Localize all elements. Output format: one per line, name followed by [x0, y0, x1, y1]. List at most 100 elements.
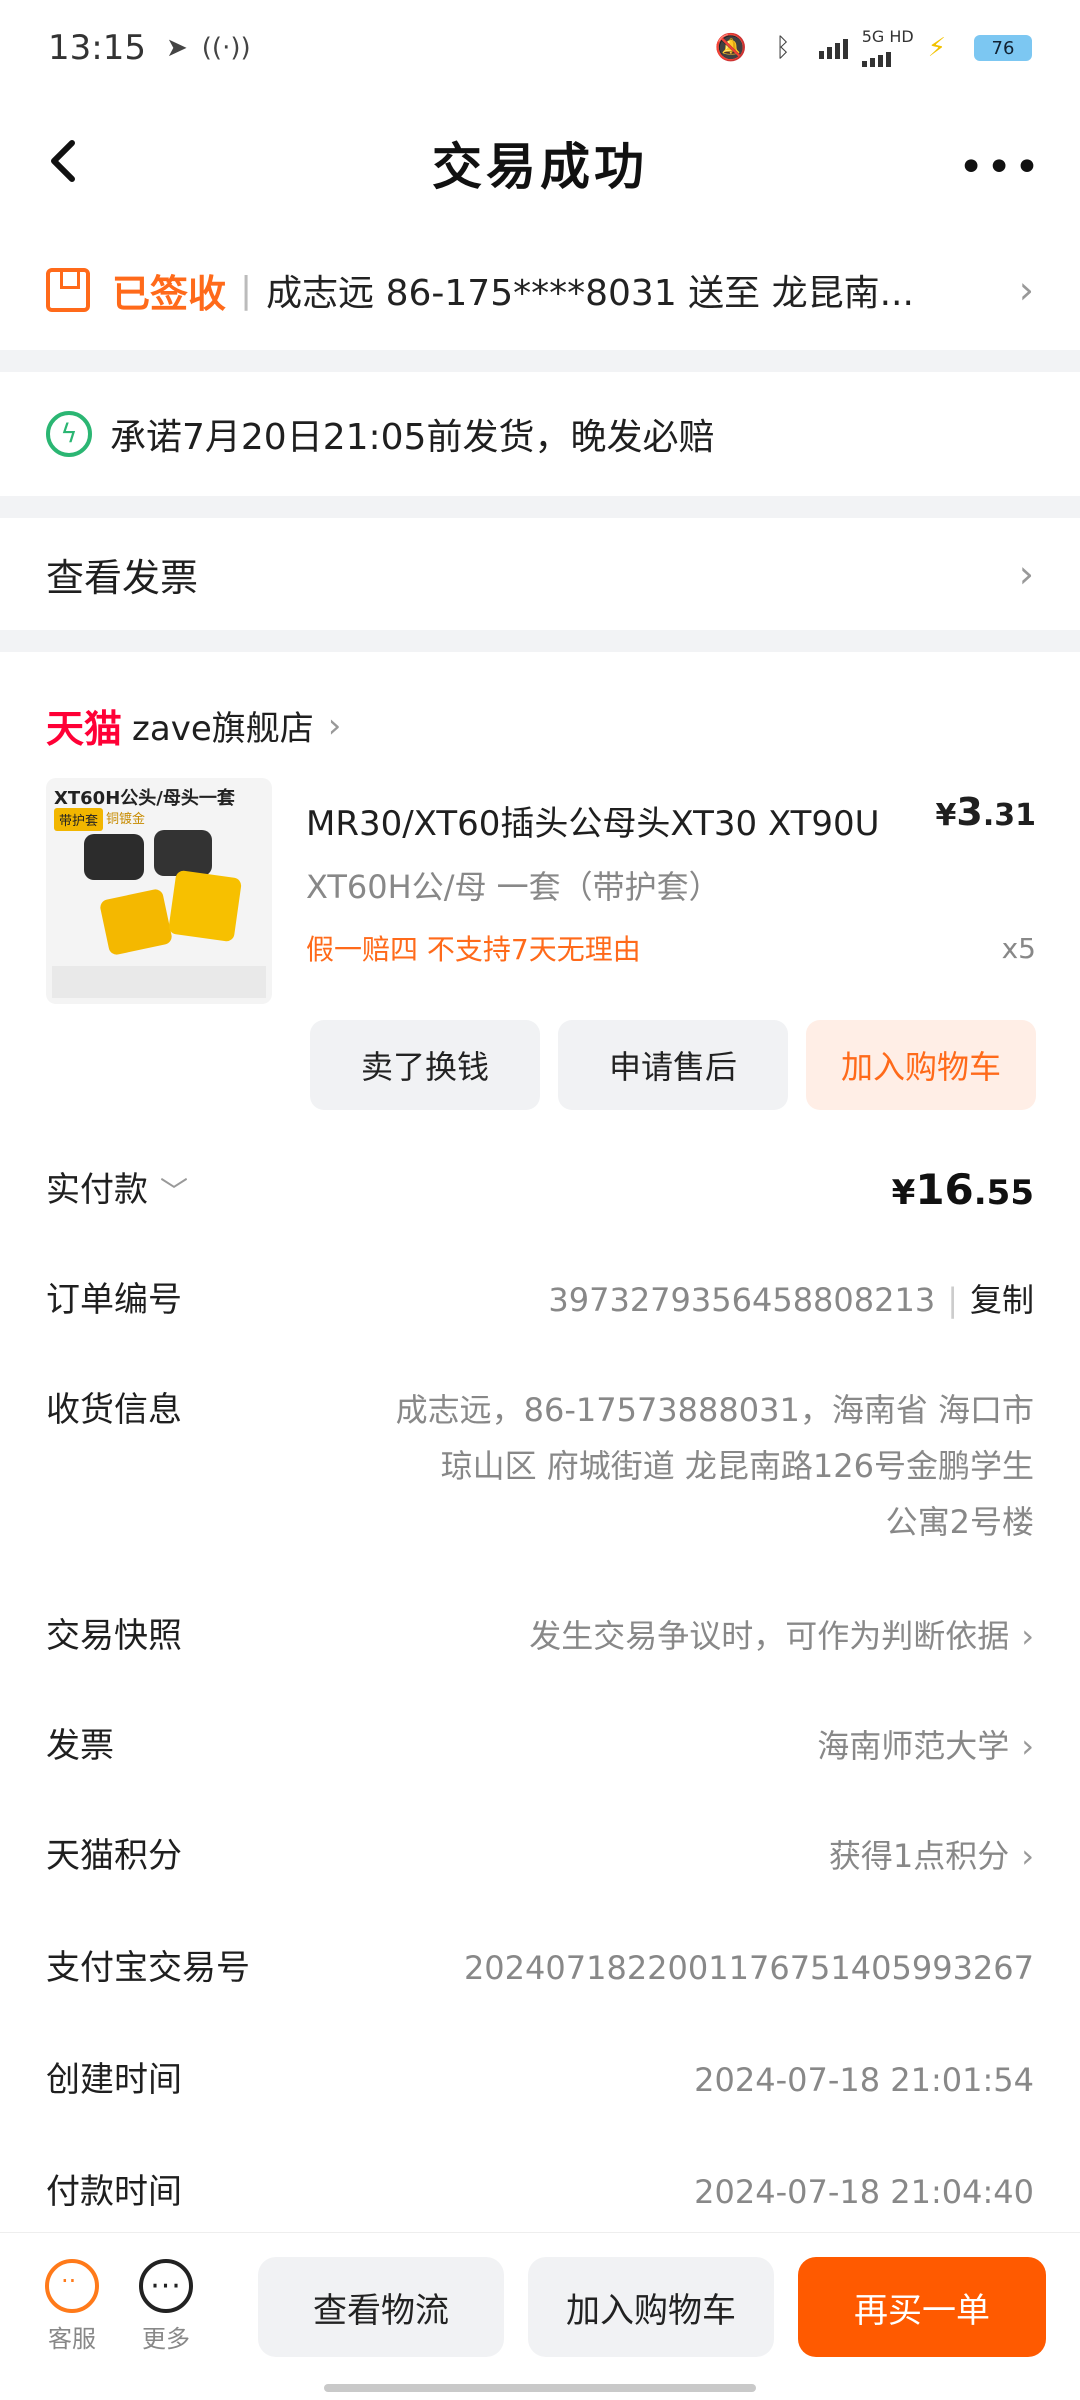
- chevron-right-icon: ›: [327, 705, 342, 746]
- chevron-right-icon: ›: [1018, 552, 1034, 596]
- shop-link[interactable]: 天猫 zave旗舰店 ›: [46, 698, 341, 753]
- signal-icon-2: [861, 45, 914, 67]
- product-image[interactable]: XT60H公头/母头一套 带护套 铜镀金: [46, 778, 272, 1004]
- product-promo: 假一赔四 不支持7天无理由: [306, 933, 641, 966]
- copy-button[interactable]: 复制: [970, 1281, 1034, 1319]
- product-title[interactable]: MR30/XT60插头公母头XT30 XT90U: [306, 796, 906, 845]
- back-button[interactable]: [38, 136, 88, 186]
- signal-icon: [818, 37, 848, 59]
- paid-amount-row[interactable]: 实付款 ﹀ ¥16.55: [46, 1162, 1034, 1221]
- tmall-logo: 天猫: [46, 707, 123, 751]
- chevron-right-icon: ›: [1021, 1617, 1034, 1655]
- sell-button[interactable]: 卖了换钱: [310, 1020, 540, 1110]
- recipient-info-row: 收货信息 成志远，86-17573888031，海南省 海口市 琼山区 府城街道…: [46, 1382, 1034, 1550]
- product-image-title: XT60H公头/母头一套: [54, 788, 235, 809]
- nav-bar: 交易成功 •••: [0, 96, 1080, 230]
- customer-service-label: 客服: [48, 2325, 96, 2353]
- tmall-points-label: 天猫积分: [46, 1836, 182, 1876]
- alipay-trade-label: 支付宝交易号: [46, 1948, 250, 1988]
- product-price: ¥3.31: [936, 790, 1036, 834]
- plug-connector-graphic: [167, 869, 243, 943]
- shipping-promise-row: ϟ 承诺7月20日21:05前发货，晚发必赔: [0, 372, 1080, 496]
- recipient-info-label: 收货信息: [46, 1390, 182, 1430]
- view-invoice-row[interactable]: 查看发票 ›: [0, 518, 1080, 630]
- order-card: 天猫 zave旗舰店 › XT60H公头/母头一套 带护套 铜镀金 MR30/X…: [0, 652, 1080, 2232]
- payment-time-value: 2024-07-18 21:04:40: [694, 2173, 1034, 2211]
- order-number-row: 订单编号 3973279356458808213 | 复制: [46, 1272, 1034, 1328]
- more-options-button[interactable]: •••: [958, 142, 1042, 193]
- order-number-label: 订单编号: [46, 1280, 182, 1320]
- customer-service-button[interactable]: 客服: [42, 2259, 102, 2354]
- order-number: 3973279356458808213: [548, 1281, 936, 1319]
- mute-icon: 🔕: [714, 33, 748, 63]
- trade-snapshot-row[interactable]: 交易快照 发生交易争议时，可作为判断依据 ›: [46, 1608, 1034, 1664]
- price-integer: 3: [956, 790, 983, 834]
- paid-integer: 16: [915, 1165, 974, 1214]
- chevron-right-icon: ›: [1021, 1837, 1034, 1875]
- charging-icon: ⚡: [927, 33, 946, 63]
- view-logistics-button[interactable]: 查看物流: [258, 2257, 504, 2357]
- spec-table-graphic: [52, 966, 266, 998]
- trade-snapshot-value: 发生交易争议时，可作为判断依据: [529, 1617, 1010, 1655]
- alipay-trade-row: 支付宝交易号 2024071822001176751405993267: [46, 1940, 1034, 1996]
- more-dots-icon: ···: [139, 2259, 193, 2313]
- battery-level: 76: [991, 37, 1015, 59]
- product-image-tag2: 铜镀金: [106, 812, 146, 827]
- chevron-down-icon: ﹀: [160, 1175, 189, 1208]
- delivery-address: 成志远 86-175****8031 送至 龙昆南...: [266, 273, 914, 314]
- recipient-line-3: 公寓2号楼: [885, 1503, 1034, 1541]
- package-icon: [46, 268, 90, 312]
- network-indicator: 5G HD: [861, 29, 914, 67]
- customer-service-icon: [45, 2259, 99, 2313]
- chevron-right-icon: ›: [1018, 268, 1034, 312]
- bottom-add-to-cart-button[interactable]: 加入购物车: [528, 2257, 774, 2357]
- delivery-status: 已签收: [112, 271, 227, 316]
- shop-name: zave旗舰店: [132, 709, 314, 749]
- invoice-value: 海南师范大学: [817, 1727, 1010, 1765]
- delivery-status-row[interactable]: 已签收 | 成志远 86-175****8031 送至 龙昆南... ›: [0, 230, 1080, 350]
- paid-amount-label: 实付款: [46, 1170, 148, 1210]
- lightning-icon: ϟ: [46, 411, 92, 457]
- tmall-points-row[interactable]: 天猫积分 获得1点积分 ›: [46, 1828, 1034, 1884]
- buy-again-button[interactable]: 再买一单: [798, 2257, 1046, 2357]
- bottom-action-bar: 客服 ··· 更多 查看物流 加入购物车 再买一单: [0, 2232, 1080, 2400]
- invoice-label: 发票: [46, 1726, 114, 1766]
- recipient-line-1: 成志远，86-17573888031，海南省 海口市: [395, 1391, 1034, 1429]
- product-image-tag: 带护套: [54, 808, 104, 831]
- payment-time-row: 付款时间 2024-07-18 21:04:40: [46, 2164, 1034, 2220]
- telegram-icon: ➤: [165, 33, 188, 63]
- status-time: 13:15: [48, 28, 146, 68]
- view-invoice-label: 查看发票: [46, 555, 199, 600]
- invoice-info-row[interactable]: 发票 海南师范大学 ›: [46, 1718, 1034, 1774]
- bluetooth-icon: ᛒ: [775, 33, 791, 63]
- chevron-right-icon: ›: [1021, 1727, 1034, 1765]
- page-title: 交易成功: [432, 138, 648, 196]
- tmall-points-value: 获得1点积分: [828, 1837, 1010, 1875]
- more-label: 更多: [142, 2325, 190, 2353]
- currency-symbol: ¥: [891, 1173, 916, 1213]
- created-time-value: 2024-07-18 21:01:54: [694, 2061, 1034, 2099]
- payment-time-label: 付款时间: [46, 2172, 182, 2212]
- divider: |: [947, 1281, 958, 1319]
- paid-decimal: .55: [973, 1173, 1034, 1213]
- hotspot-icon: ((·)): [201, 33, 251, 63]
- price-decimal: .31: [982, 798, 1036, 833]
- plug-connector-graphic: [98, 887, 174, 957]
- product-quantity: x5: [1001, 932, 1036, 965]
- recipient-line-2: 琼山区 府城街道 龙昆南路126号金鹏学生: [440, 1447, 1034, 1485]
- chevron-left-icon: [51, 140, 75, 182]
- paid-amount: ¥16.55: [326, 1162, 1034, 1221]
- add-to-cart-button[interactable]: 加入购物车: [806, 1020, 1036, 1110]
- currency-symbol: ¥: [935, 798, 957, 833]
- status-bar: 13:15 ➤ ((·)) 🔕 ᛒ 5G HD ⚡ 76: [0, 0, 1080, 96]
- plug-cover-graphic: [154, 830, 212, 876]
- trade-snapshot-label: 交易快照: [46, 1616, 182, 1656]
- created-time-label: 创建时间: [46, 2060, 182, 2100]
- alipay-trade-value: 2024071822001176751405993267: [463, 1949, 1034, 1987]
- more-button[interactable]: ··· 更多: [136, 2259, 196, 2354]
- home-indicator[interactable]: [324, 2384, 756, 2392]
- plug-cover-graphic: [84, 834, 144, 880]
- promise-text: 承诺7月20日21:05前发货，晚发必赔: [110, 417, 715, 458]
- after-sale-button[interactable]: 申请售后: [558, 1020, 788, 1110]
- battery-icon: 76: [974, 35, 1032, 61]
